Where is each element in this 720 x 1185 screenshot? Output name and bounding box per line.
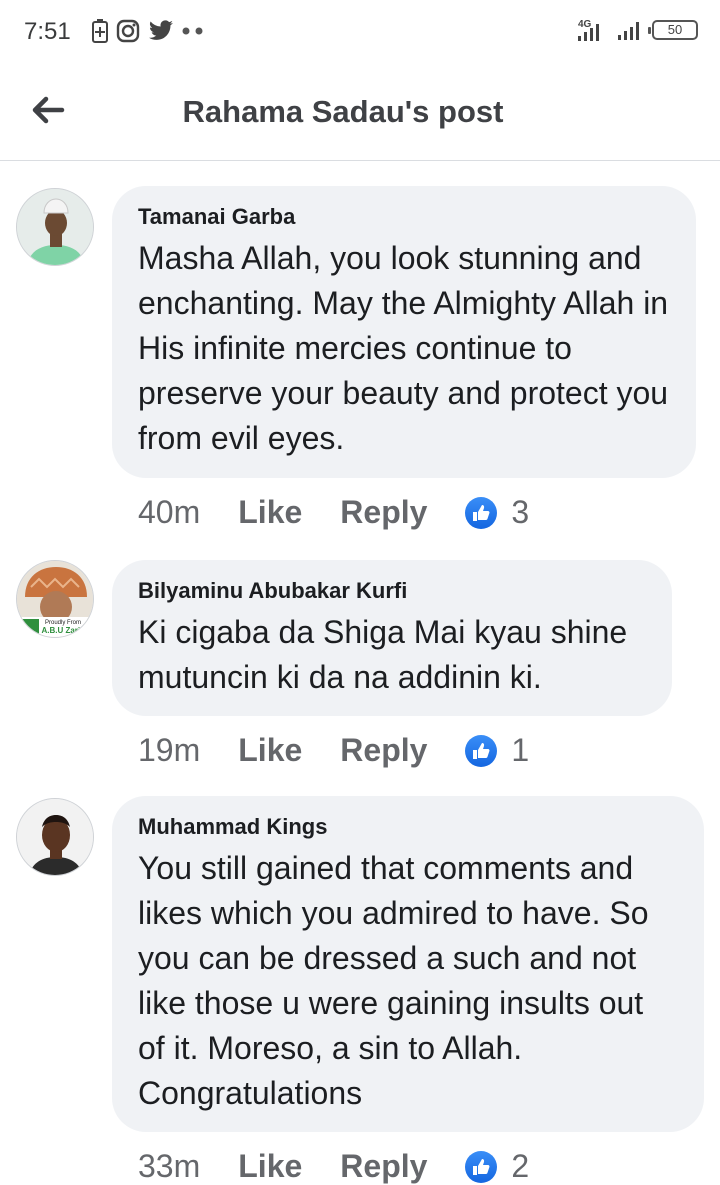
comment-actions: 19m Like Reply 1 <box>138 732 529 769</box>
reaction-count-value: 3 <box>511 494 530 530</box>
avatar[interactable] <box>16 798 94 876</box>
reaction-count-value: 1 <box>511 732 530 768</box>
avatar[interactable] <box>16 188 94 266</box>
thumbs-up-icon <box>465 1150 498 1183</box>
comment-time[interactable]: 40m <box>138 494 200 531</box>
comment-bubble[interactable]: Tamanai Garba Masha Allah, you look stun… <box>112 186 696 478</box>
comment-actions: 33m Like Reply 2 <box>138 1148 529 1185</box>
status-bar: 7:51 4G 50 <box>0 0 720 64</box>
comment-time[interactable]: 19m <box>138 732 200 769</box>
comment-bubble[interactable]: Muhammad Kings You still gained that com… <box>112 796 704 1132</box>
avatar-image <box>17 799 93 875</box>
like-button[interactable]: Like <box>238 732 302 769</box>
battery-icon: 50 <box>648 20 698 40</box>
avatar[interactable]: Proudly From A.B.U Zaria <box>16 560 94 638</box>
comment-author[interactable]: Muhammad Kings <box>138 814 678 840</box>
comment-author[interactable]: Tamanai Garba <box>138 204 670 230</box>
reaction-count[interactable]: 3 <box>465 494 529 531</box>
reply-button[interactable]: Reply <box>340 494 427 531</box>
comment-bubble[interactable]: Bilyaminu Abubakar Kurfi Ki cigaba da Sh… <box>112 560 672 716</box>
system-icons: 4G 50 <box>576 18 698 42</box>
reaction-count[interactable]: 2 <box>465 1148 529 1185</box>
reaction-count[interactable]: 1 <box>465 732 529 769</box>
avatar-image <box>17 189 93 265</box>
svg-text:A.B.U Zaria: A.B.U Zaria <box>41 626 85 635</box>
post-header: Rahama Sadau's post <box>0 64 720 161</box>
like-button[interactable]: Like <box>238 1148 302 1185</box>
reply-button[interactable]: Reply <box>340 732 427 769</box>
notification-icons <box>92 19 204 43</box>
comment-actions: 40m Like Reply 3 <box>138 494 529 531</box>
reaction-count-value: 2 <box>511 1148 530 1184</box>
like-button[interactable]: Like <box>238 494 302 531</box>
comment-author[interactable]: Bilyaminu Abubakar Kurfi <box>138 578 646 604</box>
signal-4g-icon: 4G <box>578 19 599 41</box>
comment-time[interactable]: 33m <box>138 1148 200 1185</box>
battery-saver-icon <box>92 19 108 43</box>
reply-button[interactable]: Reply <box>340 1148 427 1185</box>
comment-text: You still gained that comments and likes… <box>138 850 649 1111</box>
comment-text: Ki cigaba da Shiga Mai kyau shine mutunc… <box>138 614 628 695</box>
thumbs-up-icon <box>465 734 498 767</box>
more-notifications-icon <box>182 27 203 35</box>
svg-text:4G: 4G <box>578 19 592 30</box>
comment-text: Masha Allah, you look stunning and encha… <box>138 240 669 456</box>
battery-level: 50 <box>667 22 683 37</box>
page-title: Rahama Sadau's post <box>182 94 504 129</box>
instagram-icon <box>116 19 140 43</box>
twitter-icon <box>149 20 173 40</box>
signal-icon <box>618 22 639 40</box>
avatar-image: Proudly From A.B.U Zaria <box>17 561 93 637</box>
status-time: 7:51 <box>24 18 71 45</box>
thumbs-up-icon <box>465 496 498 529</box>
